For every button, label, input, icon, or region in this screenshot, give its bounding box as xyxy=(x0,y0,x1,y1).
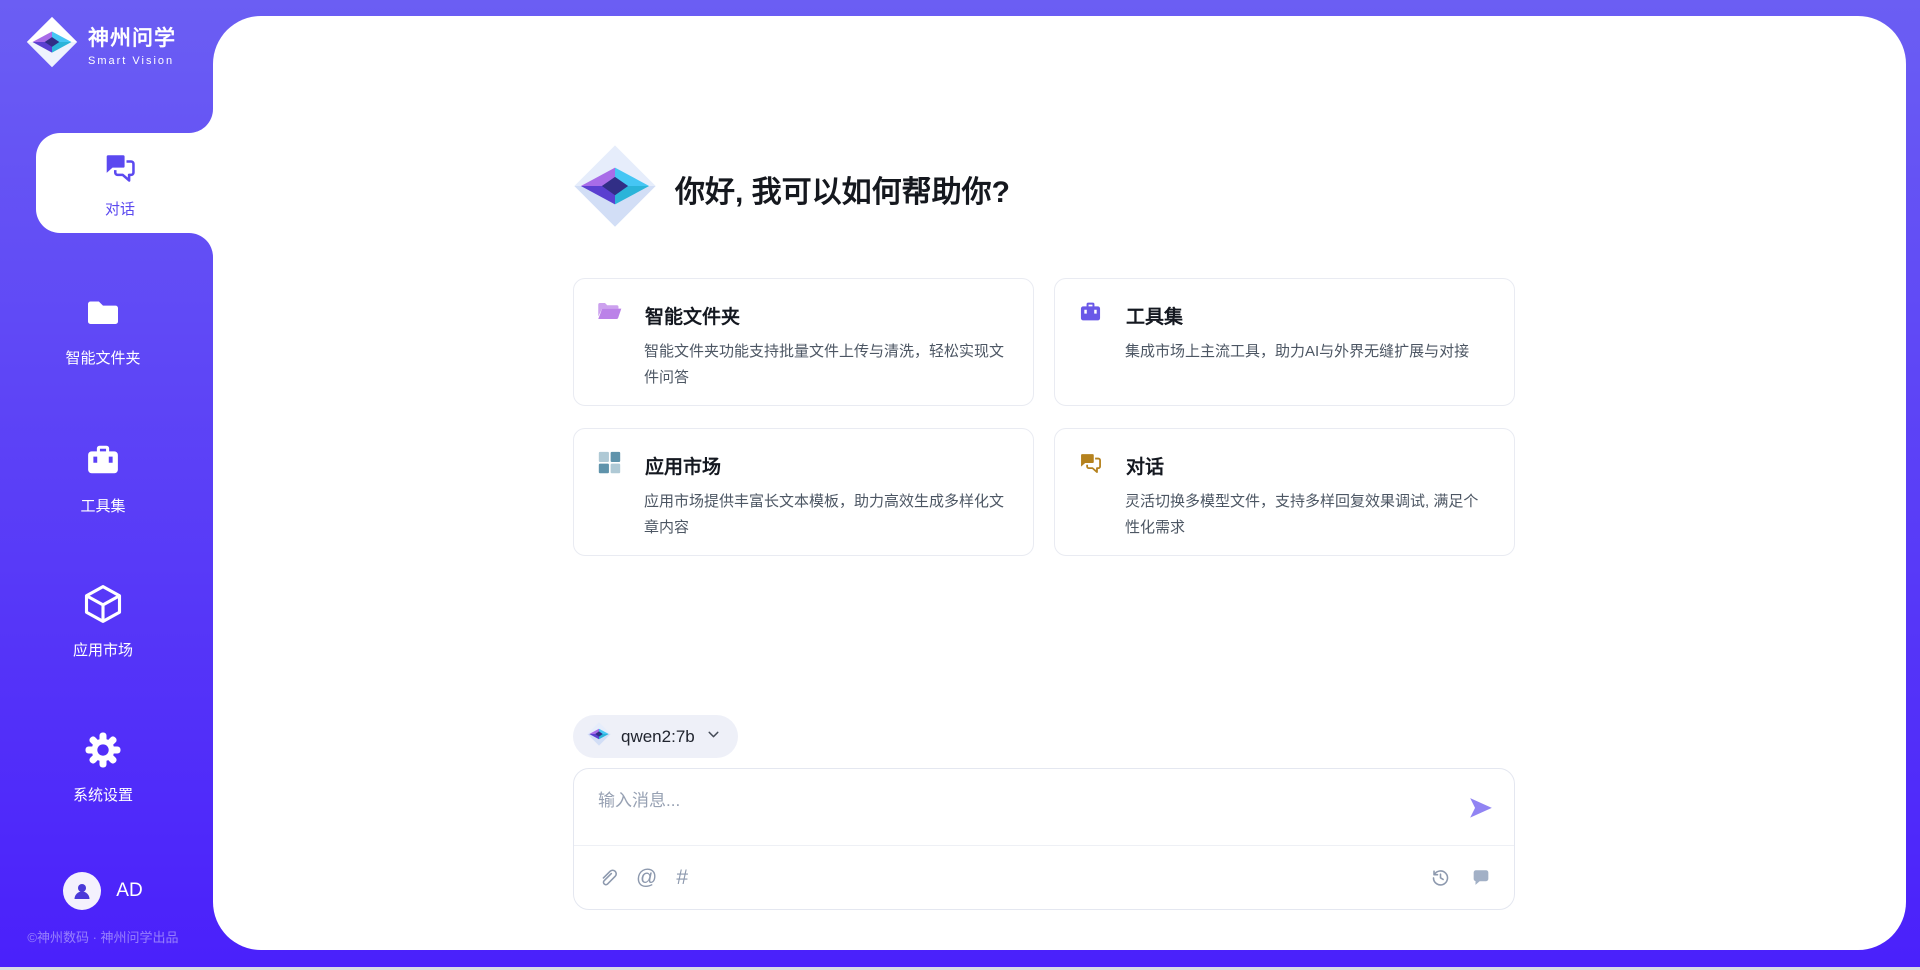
chat-icon xyxy=(1077,449,1104,481)
card-title: 应用市场 xyxy=(645,452,721,479)
message-composer: @ # xyxy=(573,768,1515,910)
diamond-logo-icon xyxy=(573,144,657,233)
card-description: 集成市场上主流工具，助力AI与外界无缝扩展与对接 xyxy=(1125,339,1490,365)
sidebar: 神州问学 Smart Vision 对话 智能文件夹 工具集 xyxy=(0,0,213,970)
send-icon[interactable] xyxy=(1468,796,1494,827)
feature-cards: 智能文件夹 智能文件夹功能支持批量文件上传与清洗，轻松实现文件问答 工具集 集成… xyxy=(573,278,1515,556)
sidebar-item-label: 系统设置 xyxy=(73,784,133,805)
sidebar-item-label: 应用市场 xyxy=(73,639,133,660)
card-title: 智能文件夹 xyxy=(645,302,740,329)
sidebar-item-label: 工具集 xyxy=(80,495,125,516)
copyright-text: ©神州数码 · 神州问学出品 xyxy=(0,927,206,946)
composer-toolbar: @ # xyxy=(574,846,1514,909)
greeting-block: 你好, 我可以如何帮助你? xyxy=(573,144,1010,233)
brand-subtitle: Smart Vision xyxy=(88,55,176,67)
card-toolset[interactable]: 工具集 集成市场上主流工具，助力AI与外界无缝扩展与对接 xyxy=(1054,278,1515,406)
mention-icon[interactable]: @ xyxy=(636,867,657,888)
history-icon[interactable] xyxy=(1430,867,1451,888)
card-description: 应用市场提供丰富长文本模板，助力高效生成多样化文章内容 xyxy=(644,489,1009,542)
card-title: 工具集 xyxy=(1126,302,1183,329)
card-description: 智能文件夹功能支持批量文件上传与清洗，轻松实现文件问答 xyxy=(644,339,1009,392)
message-input[interactable] xyxy=(574,769,1514,845)
sidebar-item-app-market[interactable]: 应用市场 xyxy=(0,582,206,660)
diamond-logo-icon xyxy=(26,16,78,73)
main-panel: 你好, 我可以如何帮助你? 智能文件夹 智能文件夹功能支持批量文件上传与清洗，轻… xyxy=(213,16,1906,950)
card-smart-folder[interactable]: 智能文件夹 智能文件夹功能支持批量文件上传与清洗，轻松实现文件问答 xyxy=(573,278,1034,406)
model-selector[interactable]: qwen2:7b xyxy=(573,715,738,758)
gear-icon xyxy=(82,729,124,776)
greeting-title: 你好, 我可以如何帮助你? xyxy=(675,167,1010,211)
card-chat[interactable]: 对话 灵活切换多模型文件，支持多样回复效果调试, 满足个性化需求 xyxy=(1054,428,1515,556)
diamond-logo-icon xyxy=(587,722,611,751)
folder-open-icon xyxy=(596,299,623,331)
model-name: qwen2:7b xyxy=(621,727,695,747)
user-profile[interactable]: AD xyxy=(0,872,206,910)
sidebar-item-label: 智能文件夹 xyxy=(65,347,140,368)
card-title: 对话 xyxy=(1126,452,1164,479)
tab-joint-top xyxy=(189,105,213,133)
toolbox-icon xyxy=(82,440,124,487)
user-initials: AD xyxy=(116,880,142,902)
tab-joint-bottom xyxy=(189,233,213,261)
sidebar-item-settings[interactable]: 系统设置 xyxy=(0,729,206,805)
chat-icon xyxy=(101,148,139,191)
card-description: 灵活切换多模型文件，支持多样回复效果调试, 满足个性化需求 xyxy=(1125,489,1490,542)
grid-icon xyxy=(596,449,623,481)
cube-icon xyxy=(81,582,125,631)
avatar xyxy=(63,872,101,910)
hash-icon[interactable]: # xyxy=(676,867,688,888)
sidebar-item-label: 对话 xyxy=(105,198,135,219)
card-app-market[interactable]: 应用市场 应用市场提供丰富长文本模板，助力高效生成多样化文章内容 xyxy=(573,428,1034,556)
brand-name: 神州问学 xyxy=(88,22,176,52)
sidebar-item-smart-folder[interactable]: 智能文件夹 xyxy=(0,294,206,368)
feedback-icon[interactable] xyxy=(1470,867,1492,889)
attachment-icon[interactable] xyxy=(596,867,617,888)
folder-icon xyxy=(83,294,123,339)
brand-logo: 神州问学 Smart Vision xyxy=(26,16,176,73)
sidebar-item-chat[interactable]: 对话 xyxy=(36,133,216,233)
toolbox-icon xyxy=(1077,299,1104,331)
chevron-down-icon xyxy=(705,726,722,748)
sidebar-item-toolset[interactable]: 工具集 xyxy=(0,440,206,516)
